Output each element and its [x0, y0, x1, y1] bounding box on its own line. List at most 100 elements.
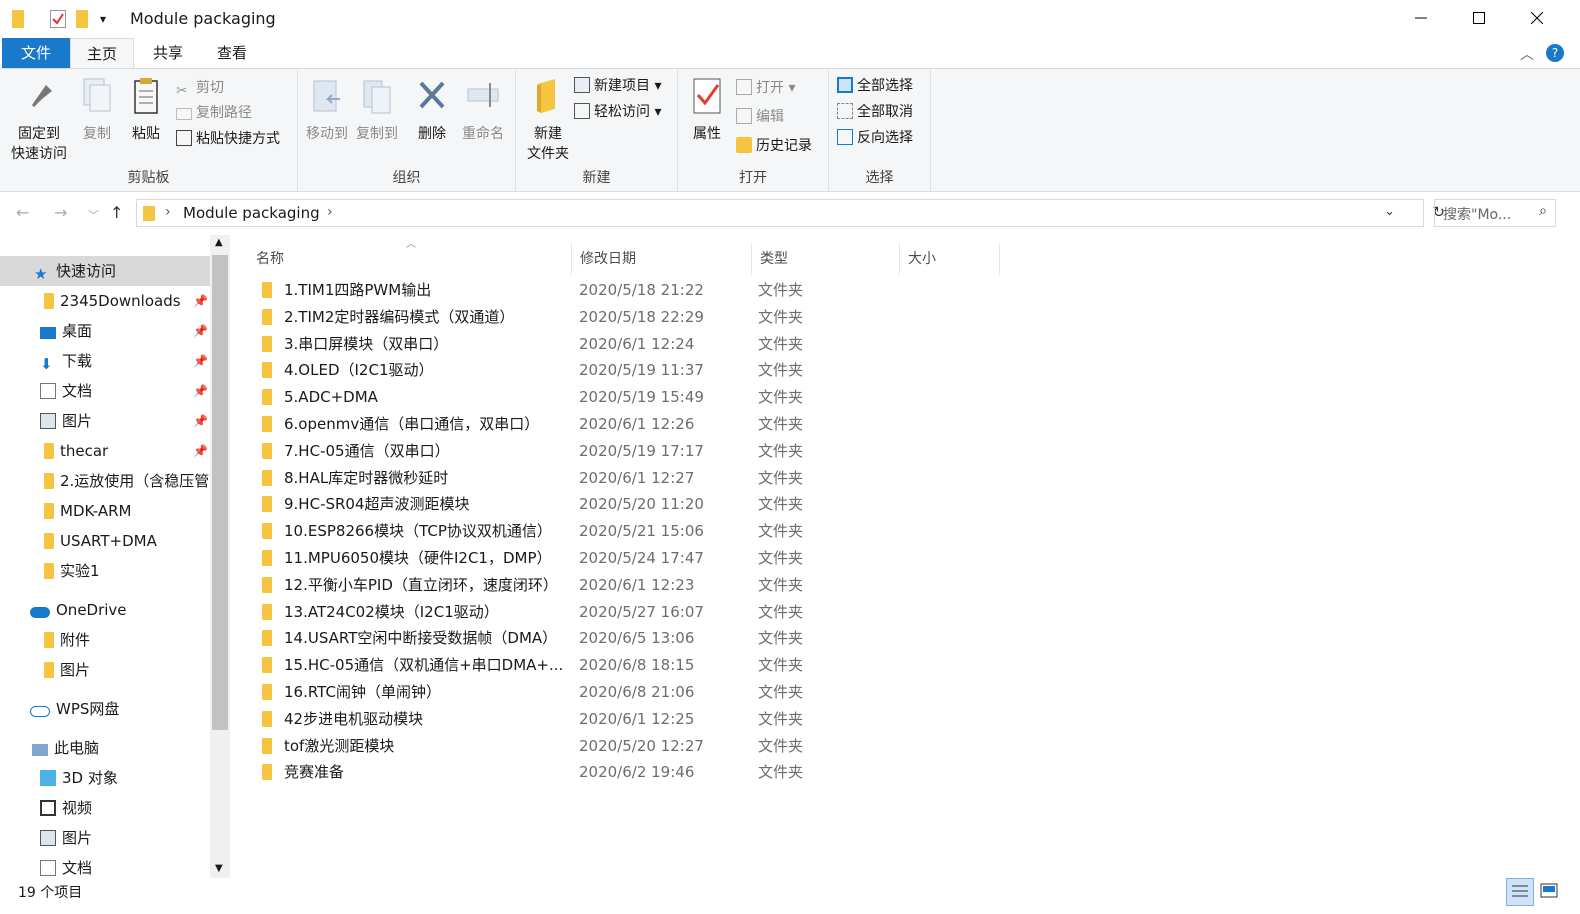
nav-item-3d-objects[interactable]: 3D 对象: [40, 763, 210, 793]
nav-item-usart-dma[interactable]: USART+DMA: [44, 526, 210, 556]
new-folder-button[interactable]: 新建 文件夹: [520, 77, 576, 163]
new-folder-quick-icon[interactable]: [76, 10, 88, 28]
invert-selection-label: 反向选择: [857, 130, 913, 146]
column-header-type[interactable]: 类型: [752, 243, 900, 275]
history-label: 历史记录: [756, 138, 812, 154]
paste-button[interactable]: 粘贴: [124, 77, 168, 143]
table-row[interactable]: 42步进电机驱动模块 2020/6/1 12:25 文件夹: [254, 706, 894, 732]
forward-icon[interactable]: →: [54, 203, 67, 222]
file-type: 文件夹: [758, 522, 804, 541]
film-icon: [40, 800, 56, 816]
column-header-size[interactable]: 大小: [900, 243, 1000, 275]
nav-item-onedrive[interactable]: OneDrive: [30, 595, 210, 625]
delete-button[interactable]: 删除: [412, 77, 452, 143]
table-row[interactable]: 7.HC-05通信（双串口） 2020/5/19 17:17 文件夹: [254, 438, 894, 464]
nav-item-quick-access[interactable]: ★ 快速访问: [0, 256, 210, 286]
up-icon[interactable]: ↑: [110, 203, 123, 222]
large-icons-view-button[interactable]: [1536, 878, 1564, 906]
move-to-button[interactable]: 移动到: [304, 77, 350, 143]
table-row[interactable]: 15.HC-05通信（双机通信+串口DMA+... 2020/6/8 18:15 文…: [254, 652, 894, 678]
nav-item-this-pc[interactable]: 此电脑: [32, 733, 210, 763]
new-item-button[interactable]: 新建项目 ▾: [574, 75, 661, 97]
nav-item-downloads[interactable]: ⬇ 下载 📌: [40, 346, 208, 376]
table-row[interactable]: 10.ESP8266模块（TCP协议双机通信） 2020/5/21 15:06 文件…: [254, 518, 894, 544]
nav-item-attachments[interactable]: 附件: [44, 625, 210, 655]
table-row[interactable]: 6.openmv通信（串口通信，双串口） 2020/6/1 12:26 文件夹: [254, 411, 894, 437]
scroll-up-icon[interactable]: ▲: [215, 237, 223, 248]
table-row[interactable]: 11.MPU6050模块（硬件I2C1，DMP） 2020/5/24 17:47 文…: [254, 545, 894, 571]
scrollbar-thumb[interactable]: [212, 255, 228, 730]
close-button[interactable]: [1508, 0, 1566, 38]
table-row[interactable]: 13.AT24C02模块（I2C1驱动） 2020/5/27 16:07 文件夹: [254, 599, 894, 625]
folder-icon: [262, 362, 272, 379]
tab-share[interactable]: 共享: [140, 38, 196, 68]
table-row[interactable]: 14.USART空闲中断接受数据帧（DMA） 2020/6/5 13:06 文件夹: [254, 625, 894, 651]
nav-item-opamp[interactable]: 2.运放使用（含稳压管: [44, 466, 210, 496]
copy-button[interactable]: 复制: [76, 77, 118, 143]
nav-item-wps-drive[interactable]: WPS网盘: [30, 694, 210, 724]
table-row[interactable]: tof激光测距模块 2020/5/20 12:27 文件夹: [254, 733, 894, 759]
address-history-chevron-icon[interactable]: ⌄: [1384, 204, 1395, 219]
select-all-button[interactable]: 全部选择: [837, 75, 913, 97]
nav-item-pc-pictures[interactable]: 图片: [40, 823, 210, 853]
cut-button[interactable]: ✂ 剪切: [176, 77, 224, 99]
scroll-down-icon[interactable]: ▼: [215, 863, 223, 874]
nav-item-documents[interactable]: 文档 📌: [40, 376, 208, 406]
nav-item-desktop[interactable]: 桌面 📌: [40, 316, 208, 346]
nav-item-videos[interactable]: 视频: [40, 793, 210, 823]
breadcrumb-separator-icon[interactable]: ›: [327, 204, 333, 220]
column-header-name[interactable]: 名称: [240, 243, 572, 275]
copy-path-button[interactable]: 复制路径: [176, 102, 252, 124]
table-row[interactable]: 5.ADC+DMA 2020/5/19 15:49 文件夹: [254, 384, 894, 410]
customize-quick-access-button[interactable]: ▾: [100, 12, 116, 30]
column-header-date[interactable]: 修改日期: [572, 243, 752, 275]
tab-home[interactable]: 主页: [70, 38, 134, 68]
invert-selection-button[interactable]: 反向选择: [837, 127, 913, 149]
table-row[interactable]: 2.TIM2定时器编码模式（双通道） 2020/5/18 22:29 文件夹: [254, 304, 894, 330]
folder-icon: [262, 308, 272, 325]
nav-item-mdk-arm[interactable]: MDK-ARM: [44, 496, 210, 526]
details-view-button[interactable]: [1506, 878, 1534, 906]
pin-icon: 📌: [193, 294, 208, 308]
nav-item-2345downloads[interactable]: 2345Downloads 📌: [44, 286, 208, 316]
nav-item-onedrive-pictures[interactable]: 图片: [44, 655, 210, 685]
tab-view[interactable]: 查看: [204, 38, 260, 68]
properties-quick-icon[interactable]: [50, 10, 66, 28]
pin-to-quick-access-button[interactable]: 固定到 快速访问: [6, 77, 72, 163]
help-icon[interactable]: ?: [1546, 44, 1564, 62]
table-row[interactable]: 4.OLED（I2C1驱动） 2020/5/19 11:37 文件夹: [254, 357, 894, 383]
easy-access-button[interactable]: 轻松访问 ▾: [574, 101, 661, 123]
open-button[interactable]: 打开 ▾: [736, 77, 795, 99]
table-row[interactable]: 竞赛准备 2020/6/2 19:46 文件夹: [254, 759, 894, 785]
maximize-button[interactable]: [1450, 0, 1508, 38]
back-icon[interactable]: ←: [16, 203, 29, 222]
tab-file[interactable]: 文件: [2, 38, 70, 68]
table-row[interactable]: 9.HC-SR04超声波测距模块 2020/5/20 11:20 文件夹: [254, 491, 894, 517]
properties-button[interactable]: 属性: [684, 77, 730, 143]
pin-icon: 📌: [193, 414, 208, 428]
copy-to-button[interactable]: 复制到: [354, 77, 400, 143]
breadcrumb-separator-icon[interactable]: ›: [165, 204, 171, 220]
nav-item-experiment1[interactable]: 实验1: [44, 556, 210, 586]
recent-locations-chevron-icon[interactable]: ﹀: [88, 207, 99, 223]
history-button[interactable]: 历史记录: [736, 135, 812, 157]
paste-shortcut-button[interactable]: 粘贴快捷方式: [176, 128, 280, 150]
select-none-button[interactable]: 全部取消: [837, 101, 913, 123]
edit-button[interactable]: 编辑: [736, 106, 784, 128]
table-row[interactable]: 1.TIM1四路PWM输出 2020/5/18 21:22 文件夹: [254, 277, 894, 303]
nav-pane-scrollbar[interactable]: ▲ ▼: [210, 235, 230, 878]
table-row[interactable]: 16.RTC闹钟（单闹钟） 2020/6/8 21:06 文件夹: [254, 679, 894, 705]
rename-button[interactable]: 重命名: [458, 77, 508, 143]
collapse-ribbon-icon[interactable]: ︿: [1520, 44, 1534, 64]
breadcrumb-current[interactable]: Module packaging: [183, 204, 320, 222]
search-input[interactable]: 搜索"Mo... ⌕: [1434, 199, 1556, 227]
table-row[interactable]: 8.HAL库定时器微秒延时 2020/6/1 12:27 文件夹: [254, 465, 894, 491]
nav-item-pictures[interactable]: 图片 📌: [40, 406, 208, 436]
table-row[interactable]: 12.平衡小车PID（直立闭环，速度闭环） 2020/6/1 12:23 文件夹: [254, 572, 894, 598]
table-row[interactable]: 3.串口屏模块（双串口） 2020/6/1 12:24 文件夹: [254, 331, 894, 357]
nav-item-thecar[interactable]: thecar 📌: [44, 436, 208, 466]
address-bar[interactable]: › Module packaging › ⌄ ↻: [136, 199, 1445, 227]
folder-icon: [262, 684, 272, 700]
minimize-button[interactable]: [1392, 0, 1450, 38]
ribbon: 固定到 快速访问 复制 粘贴 ✂ 剪切 复制路径 粘贴快捷方式 剪贴板 移动到 复: [0, 68, 1580, 192]
